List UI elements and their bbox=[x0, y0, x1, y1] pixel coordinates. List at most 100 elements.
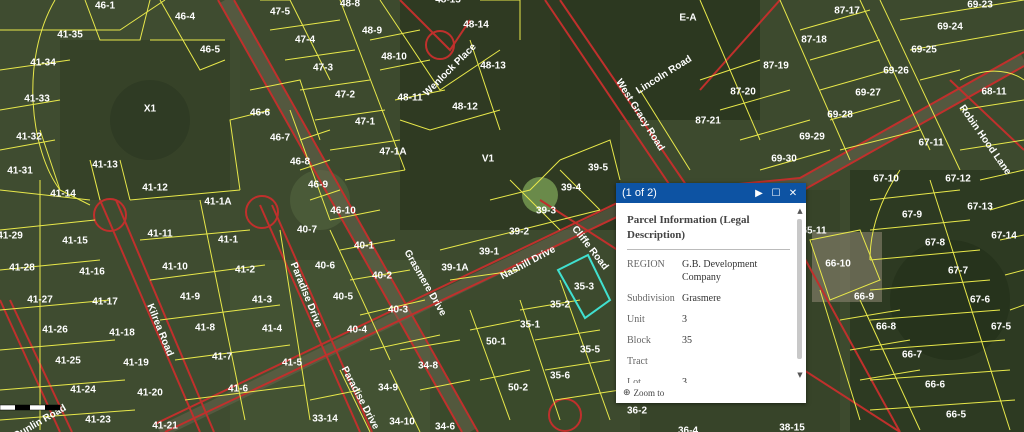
parcel-label: 48-9 bbox=[362, 26, 382, 37]
parcel-label: 41-27 bbox=[27, 295, 53, 306]
parcel-label: 67-12 bbox=[945, 174, 971, 185]
parcel-label: 66-8 bbox=[876, 322, 896, 333]
parcel-label: 67-11 bbox=[918, 138, 943, 149]
scroll-down-icon[interactable]: ▼ bbox=[796, 371, 804, 379]
close-icon[interactable]: ✕ bbox=[786, 186, 800, 200]
zoom-to-link[interactable]: ⊕ Zoom to bbox=[616, 383, 806, 403]
scale-bar bbox=[0, 404, 61, 411]
parcel-label: 66-7 bbox=[902, 350, 922, 361]
parcel-label: 40-5 bbox=[333, 292, 353, 303]
parcel-label: 41-28 bbox=[9, 263, 35, 274]
maximize-icon[interactable]: ☐ bbox=[769, 186, 783, 200]
parcel-label: 69-25 bbox=[911, 45, 937, 56]
parcel-label: 87-20 bbox=[730, 87, 756, 98]
parcel-label: 46-9 bbox=[308, 180, 328, 191]
parcel-popup[interactable]: (1 of 2) ▶ ☐ ✕ Parcel Information (Legal… bbox=[616, 183, 806, 403]
popup-scrollbar[interactable]: ▲ ▼ bbox=[796, 207, 804, 379]
parcel-label: 46-4 bbox=[175, 12, 195, 23]
scroll-up-icon[interactable]: ▲ bbox=[796, 207, 804, 215]
parcel-label: 40-7 bbox=[297, 225, 317, 236]
parcel-label: 41-25 bbox=[55, 356, 81, 367]
parcel-label: 48-12 bbox=[452, 102, 478, 113]
parcel-label: 41-1A bbox=[204, 197, 231, 208]
parcel-label: 39-2 bbox=[509, 227, 529, 238]
popup-title: Parcel Information (Legal Description) bbox=[627, 213, 790, 250]
parcel-label: 41-18 bbox=[109, 328, 135, 339]
attr-key: Lot bbox=[627, 377, 641, 383]
attr-value: Grasmere bbox=[682, 293, 721, 304]
parcel-label: 40-2 bbox=[372, 271, 392, 282]
parcel-label: 48-13 bbox=[480, 61, 506, 72]
parcel-label: 87-21 bbox=[695, 116, 721, 127]
parcel-label: 38-15 bbox=[779, 423, 805, 432]
parcel-label: 41-31 bbox=[7, 166, 33, 177]
attr-row-block: Block 35 bbox=[627, 334, 796, 347]
parcel-label: 41-3 bbox=[252, 295, 272, 306]
popup-count: (1 of 2) bbox=[622, 187, 657, 199]
parcel-label: 48-10 bbox=[381, 52, 407, 63]
parcel-label: 67-9 bbox=[902, 210, 922, 221]
parcel-label: 69-24 bbox=[937, 22, 963, 33]
zoom-label: Zoom to bbox=[633, 388, 665, 398]
parcel-label: 41-32 bbox=[16, 132, 42, 143]
attr-row-lot: Lot 3 bbox=[627, 376, 796, 383]
parcel-label: 46-5 bbox=[200, 45, 220, 56]
parcel-label: 67-13 bbox=[967, 202, 993, 213]
parcel-label: 41-33 bbox=[24, 94, 50, 105]
attr-key: Unit bbox=[627, 314, 645, 325]
parcel-label: 47-1 bbox=[355, 117, 375, 128]
parcel-label: 48-8 bbox=[340, 0, 360, 10]
parcel-label: 46-1 bbox=[95, 1, 115, 12]
parcel-label: 50-1 bbox=[486, 337, 506, 348]
parcel-label: 39-4 bbox=[561, 183, 581, 194]
parcel-label: 87-17 bbox=[834, 6, 860, 17]
parcel-label: 46-8 bbox=[290, 157, 310, 168]
attr-value: 3 bbox=[682, 377, 687, 383]
parcel-label: 67-10 bbox=[873, 174, 899, 185]
parcel-label: 47-3 bbox=[313, 63, 333, 74]
parcel-label: 41-16 bbox=[79, 267, 105, 278]
parcel-label: 46-6 bbox=[250, 108, 270, 119]
next-feature-icon[interactable]: ▶ bbox=[752, 186, 766, 200]
parcel-label: 41-12 bbox=[142, 183, 168, 194]
parcel-label: 66-9 bbox=[854, 292, 874, 303]
parcel-label: 47-1A bbox=[379, 147, 406, 158]
parcel-label: 41-1 bbox=[218, 235, 238, 246]
parcel-label: X1 bbox=[144, 104, 157, 115]
attr-value bbox=[682, 355, 796, 368]
parcel-label: 50-2 bbox=[508, 383, 528, 394]
scroll-thumb[interactable] bbox=[797, 219, 802, 359]
parcel-label: 47-5 bbox=[270, 7, 290, 18]
parcel-label: 41-34 bbox=[30, 58, 56, 69]
attr-row-unit: Unit 3 bbox=[627, 313, 796, 326]
parcel-label: 47-2 bbox=[335, 90, 355, 101]
parcel-label: 41-6 bbox=[228, 384, 248, 395]
parcel-label: 41-9 bbox=[180, 292, 200, 303]
map-canvas[interactable]: 46-1 46-4 46-5 47-5 47-4 47-3 47-2 47-1 47-1A 48-… bbox=[0, 0, 1024, 432]
parcel-label: 46-7 bbox=[270, 133, 290, 144]
parcel-label: 35-3 bbox=[574, 282, 594, 293]
parcel-label: 34-6 bbox=[435, 422, 455, 432]
parcel-label: 48-14 bbox=[463, 20, 489, 31]
parcel-label: 87-19 bbox=[763, 61, 789, 72]
popup-body: Parcel Information (Legal Description) R… bbox=[616, 203, 796, 383]
parcel-label: 48-11 bbox=[397, 93, 422, 104]
parcel-label: 33-14 bbox=[312, 414, 338, 425]
parcel-label: 66-6 bbox=[925, 380, 945, 391]
parcel-label: 41-7 bbox=[212, 352, 232, 363]
parcel-label: 69-29 bbox=[799, 132, 825, 143]
parcel-label: 41-10 bbox=[162, 262, 188, 273]
parcel-label: 41-26 bbox=[42, 325, 68, 336]
parcel-label: 36-2 bbox=[627, 406, 647, 417]
parcel-label: 40-6 bbox=[315, 261, 335, 272]
parcel-label: 69-28 bbox=[827, 110, 853, 121]
attr-row-tract: Tract bbox=[627, 355, 796, 368]
attr-key: Tract bbox=[627, 356, 648, 367]
parcel-label: 39-3 bbox=[536, 206, 556, 217]
popup-header: (1 of 2) ▶ ☐ ✕ bbox=[616, 183, 806, 203]
parcel-label: V1 bbox=[482, 154, 495, 165]
parcel-label: 41-20 bbox=[137, 388, 163, 399]
attr-key: Subdivision bbox=[627, 293, 675, 304]
parcel-label: 34-8 bbox=[418, 361, 438, 372]
parcel-label: 41-11 bbox=[147, 229, 172, 240]
